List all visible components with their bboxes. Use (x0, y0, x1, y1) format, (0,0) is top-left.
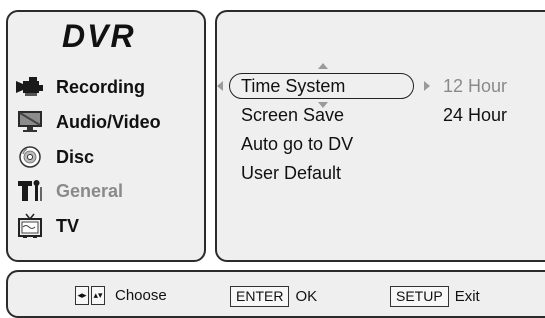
hint-enter: ENTER OK (230, 286, 317, 307)
navigation-keys-icon: ◂▸ ▴▾ (75, 286, 107, 305)
left-right-arrows-icon: ◂▸ (75, 286, 89, 305)
tv-icon (14, 213, 46, 239)
option-screen-save[interactable]: Screen Save (241, 105, 344, 126)
menu-item-recording[interactable]: Recording (14, 72, 145, 102)
hint-setup-label: Exit (454, 288, 480, 305)
hint-choose: ◂▸ ▴▾ Choose (75, 286, 167, 305)
up-down-arrows-icon: ▴▾ (91, 286, 105, 305)
camcorder-icon (14, 74, 46, 100)
menu-item-label: Disc (56, 146, 95, 167)
menu-item-general[interactable]: General (14, 176, 123, 206)
disc-icon (14, 144, 46, 170)
arrow-right-icon (424, 81, 430, 91)
scroll-up-icon (318, 63, 328, 69)
setup-key: SETUP (390, 286, 449, 307)
option-time-system[interactable]: Time System (241, 76, 345, 97)
menu-item-label: TV (56, 215, 80, 236)
hint-setup: SETUP Exit (390, 286, 480, 307)
menu-item-label: Recording (56, 76, 146, 97)
hint-choose-label: Choose (115, 287, 167, 304)
value-12-hour[interactable]: 12 Hour (443, 76, 507, 97)
option-auto-go-to-dv[interactable]: Auto go to DV (241, 134, 353, 155)
monitor-icon (14, 109, 46, 135)
menu-item-tv[interactable]: TV (14, 211, 79, 241)
hint-enter-label: OK (295, 288, 318, 305)
menu-item-audio-video[interactable]: Audio/Video (14, 107, 161, 137)
menu-item-label: Audio/Video (56, 111, 161, 132)
menu-item-disc[interactable]: Disc (14, 142, 94, 172)
arrow-left-icon (217, 81, 223, 91)
option-user-default[interactable]: User Default (241, 163, 341, 184)
menu-item-label: General (56, 180, 124, 201)
enter-key: ENTER (230, 286, 290, 307)
value-24-hour[interactable]: 24 Hour (443, 105, 507, 126)
brand-title: DVR (62, 18, 136, 54)
settings-tools-icon (14, 178, 46, 204)
